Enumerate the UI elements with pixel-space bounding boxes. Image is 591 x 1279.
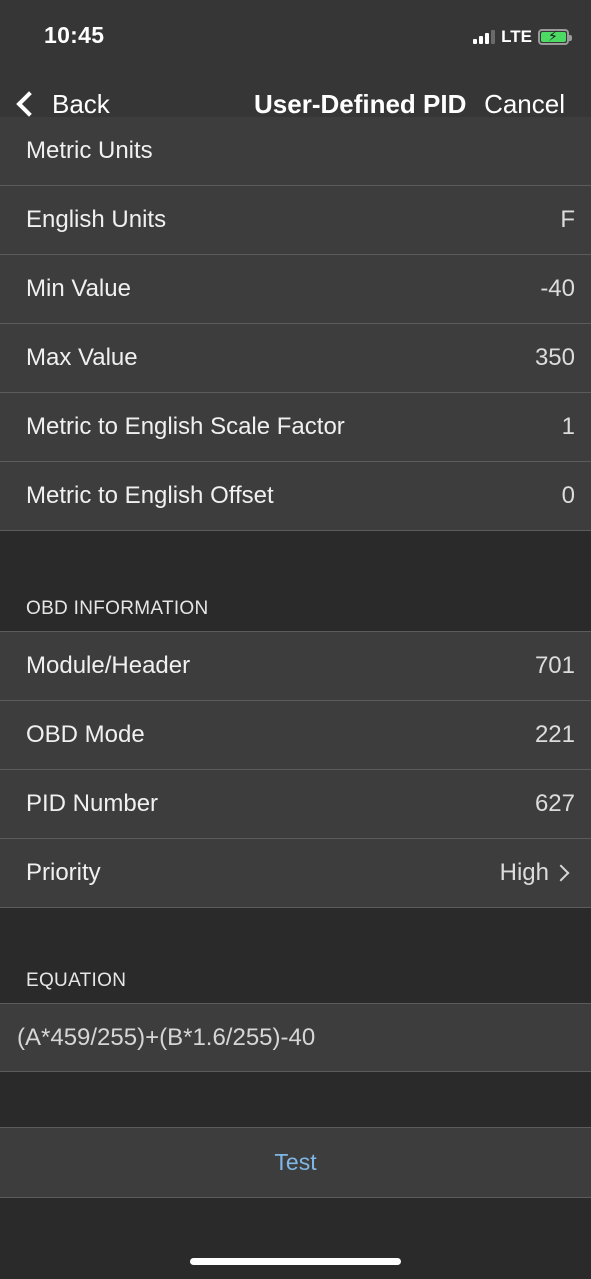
- list-item-pid-number[interactable]: PID Number 627: [0, 770, 591, 839]
- row-label: Metric to English Offset: [26, 482, 274, 509]
- row-value: F: [560, 206, 575, 233]
- list-item-max-value[interactable]: Max Value 350: [0, 324, 591, 393]
- screen: 10:45 LTE ⚡ Back User-Defined PID Cancel: [0, 0, 591, 1279]
- row-label: English Units: [26, 206, 167, 233]
- obd-list: Module/Header 701 OBD Mode 221 PID Numbe…: [0, 631, 591, 908]
- home-indicator[interactable]: [190, 1258, 401, 1265]
- equation-section-header: EQUATION: [26, 970, 127, 991]
- list-item-obd-mode[interactable]: OBD Mode 221: [0, 701, 591, 770]
- row-value: 221: [534, 721, 575, 748]
- signal-strength-icon: [473, 30, 496, 44]
- list-item-scale-factor[interactable]: Metric to English Scale Factor 1: [0, 393, 591, 462]
- row-label: Priority: [26, 859, 101, 886]
- row-label: Max Value: [26, 344, 138, 371]
- network-type: LTE: [501, 27, 532, 46]
- test-button[interactable]: Test: [0, 1127, 591, 1198]
- row-value: -40: [540, 275, 575, 302]
- units-list: Metric Units English Units F Min Value -…: [0, 117, 591, 531]
- status-indicators: LTE ⚡: [473, 26, 572, 48]
- list-item-module-header[interactable]: Module/Header 701: [0, 632, 591, 701]
- cancel-button[interactable]: Cancel: [484, 89, 565, 120]
- list-item-metric-units[interactable]: Metric Units: [0, 117, 591, 186]
- row-value: High: [499, 859, 549, 886]
- row-value: 350: [534, 344, 575, 371]
- page-title: User-Defined PID: [254, 89, 467, 119]
- list-item-offset[interactable]: Metric to English Offset 0: [0, 462, 591, 531]
- list-item-min-value[interactable]: Min Value -40: [0, 255, 591, 324]
- row-value: 1: [561, 413, 575, 440]
- chevron-right-icon: [552, 864, 570, 882]
- equation-field[interactable]: (A*459/255)+(B*1.6/255)-40: [0, 1003, 591, 1072]
- list-item-english-units[interactable]: English Units F: [0, 186, 591, 255]
- row-label: OBD Mode: [26, 721, 145, 748]
- row-label: Metric to English Scale Factor: [26, 413, 345, 440]
- battery-charging-icon: ⚡: [538, 28, 572, 45]
- obd-section-header: OBD INFORMATION: [26, 598, 209, 619]
- equation-text: (A*459/255)+(B*1.6/255)-40: [17, 1023, 316, 1051]
- row-label: Min Value: [26, 275, 131, 302]
- row-label: PID Number: [26, 790, 159, 817]
- status-time: 10:45: [44, 22, 105, 48]
- chevron-left-icon: [16, 91, 42, 117]
- row-value: 627: [534, 790, 575, 817]
- row-label: Module/Header: [26, 652, 191, 679]
- row-value: 701: [534, 652, 575, 679]
- list-item-priority[interactable]: Priority High: [0, 839, 591, 908]
- row-value: 0: [561, 482, 575, 509]
- test-button-label: Test: [274, 1149, 317, 1175]
- row-label: Metric Units: [26, 137, 153, 164]
- back-label: Back: [52, 88, 110, 119]
